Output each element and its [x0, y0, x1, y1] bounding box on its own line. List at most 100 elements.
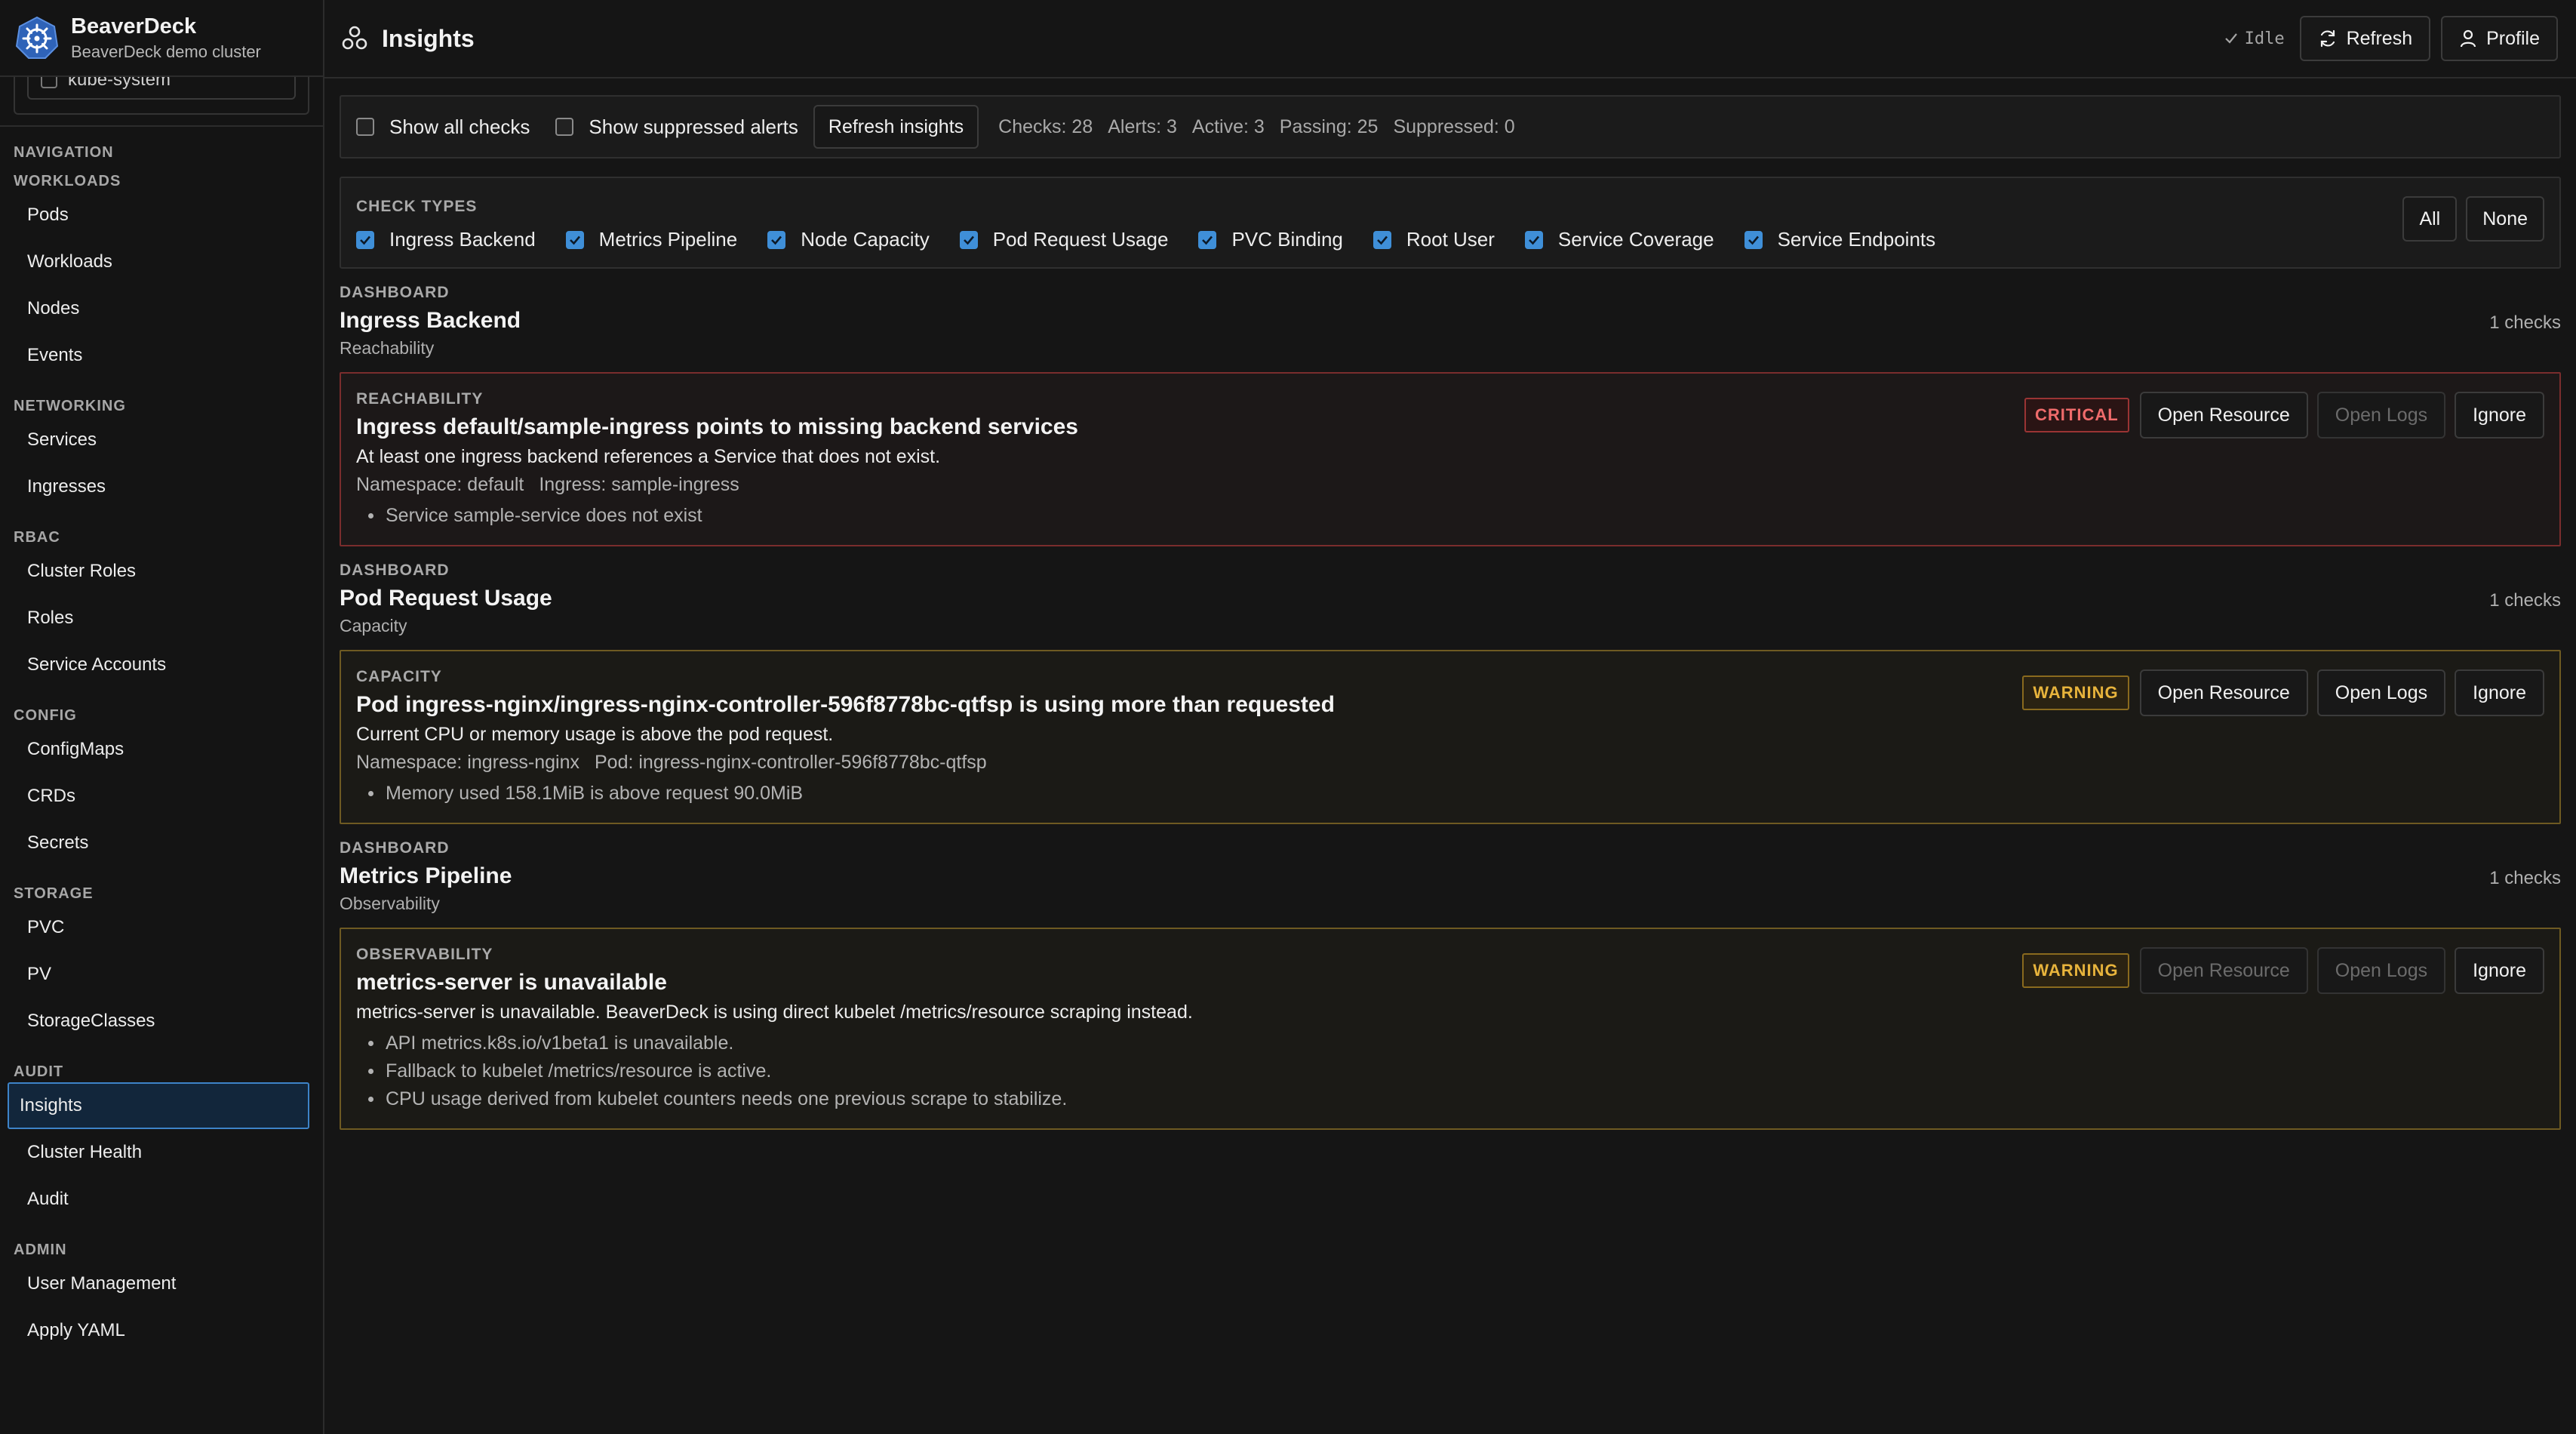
- refresh-insights-button[interactable]: Refresh insights: [813, 105, 979, 149]
- insight-group-pod-request-usage: DASHBOARD Pod Request Usage Capacity 1 c…: [340, 562, 2561, 636]
- group-subtitle: Capacity: [340, 616, 407, 635]
- checkbox-checked-icon[interactable]: [356, 230, 374, 249]
- group-check-count: 1 checks: [2489, 312, 2561, 333]
- user-icon: [2461, 29, 2476, 48]
- checkbox-checked-icon[interactable]: [1744, 230, 1763, 249]
- sidebar-item-pvc[interactable]: PVC: [8, 904, 309, 951]
- sidebar-item-pv[interactable]: PV: [8, 951, 309, 998]
- show-suppressed-label[interactable]: Show suppressed alerts: [589, 115, 798, 139]
- check-types-panel: CHECK TYPES Ingress Backend Metrics Pipe…: [340, 177, 2561, 269]
- group-subtitle: Observability: [340, 894, 440, 913]
- severity-badge: WARNING: [2022, 953, 2129, 988]
- card-description: At least one ingress backend references …: [356, 446, 941, 467]
- profile-label: Profile: [2486, 27, 2540, 49]
- select-none-types-button[interactable]: None: [2466, 196, 2544, 242]
- card-meta: Namespace: default Ingress: sample-ingre…: [356, 474, 739, 495]
- sidebar-item-cluster-roles[interactable]: Cluster Roles: [8, 548, 309, 595]
- insight-stats: Checks: 28 Alerts: 3 Active: 3 Passing: …: [998, 116, 1515, 138]
- sidebar-item-audit[interactable]: Audit: [8, 1176, 309, 1223]
- refresh-button[interactable]: Refresh: [2299, 16, 2431, 61]
- sidebar-item-storageclasses[interactable]: StorageClasses: [8, 998, 309, 1045]
- open-logs-button[interactable]: Open Logs: [2316, 392, 2446, 439]
- open-resource-button[interactable]: Open Resource: [2139, 947, 2308, 994]
- open-logs-button[interactable]: Open Logs: [2316, 947, 2446, 994]
- status-text: Idle: [2244, 29, 2285, 48]
- show-all-checks-checkbox[interactable]: [356, 118, 374, 136]
- checkbox-checked-icon[interactable]: [1524, 230, 1543, 249]
- namespace-selector[interactable]: kube-system: [14, 75, 309, 115]
- show-suppressed-checkbox[interactable]: [555, 118, 574, 136]
- sidebar-item-cluster-health[interactable]: Cluster Health: [8, 1129, 309, 1176]
- group-title: Metrics Pipeline: [340, 863, 512, 888]
- sidebar-item-workloads[interactable]: Workloads: [8, 238, 309, 285]
- namespace-checkbox[interactable]: [41, 75, 57, 88]
- stat-active: Active: 3: [1191, 115, 1265, 137]
- sidebar-item-apply-yaml[interactable]: Apply YAML: [8, 1307, 309, 1354]
- show-all-checks-label[interactable]: Show all checks: [389, 115, 530, 139]
- group-subtitle: Reachability: [340, 338, 435, 358]
- nav-heading-workloads: WORKLOADS: [14, 172, 121, 189]
- sidebar-item-ingresses[interactable]: Ingresses: [8, 463, 309, 510]
- brand-header: BeaverDeck BeaverDeck demo cluster: [0, 0, 323, 77]
- check-type-root-user[interactable]: Root User: [1373, 228, 1495, 251]
- check-types-list: Ingress Backend Metrics Pipeline Node Ca…: [356, 228, 2544, 251]
- insights-content: Show all checks Show suppressed alerts R…: [324, 78, 2576, 1130]
- sidebar-item-events[interactable]: Events: [8, 332, 309, 379]
- nav-heading-networking: NETWORKING: [14, 397, 126, 414]
- checkbox-checked-icon[interactable]: [959, 230, 978, 249]
- sidebar-item-pods[interactable]: Pods: [8, 192, 309, 238]
- helm-wheel-icon: [15, 16, 59, 59]
- sidebar-item-secrets[interactable]: Secrets: [8, 820, 309, 866]
- check-type-metrics-pipeline[interactable]: Metrics Pipeline: [565, 228, 737, 251]
- insight-group-metrics-pipeline: DASHBOARD Metrics Pipeline Observability…: [340, 839, 2561, 914]
- open-logs-button[interactable]: Open Logs: [2316, 669, 2446, 716]
- select-all-types-button[interactable]: All: [2402, 196, 2458, 242]
- open-resource-button[interactable]: Open Resource: [2139, 392, 2308, 439]
- severity-badge: CRITICAL: [2024, 398, 2129, 432]
- checkbox-checked-icon[interactable]: [565, 230, 584, 249]
- sidebar: BeaverDeck BeaverDeck demo cluster kube-…: [0, 0, 324, 1434]
- check-type-pod-request-usage[interactable]: Pod Request Usage: [959, 228, 1168, 251]
- card-details: API metrics.k8s.io/v1beta1 is unavailabl…: [356, 1029, 2544, 1113]
- group-title: Pod Request Usage: [340, 586, 552, 611]
- open-resource-button[interactable]: Open Resource: [2139, 669, 2308, 716]
- checkbox-checked-icon[interactable]: [1373, 230, 1391, 249]
- nav-heading-audit: AUDIT: [14, 1063, 64, 1080]
- list-item: API metrics.k8s.io/v1beta1 is unavailabl…: [356, 1029, 2544, 1057]
- sidebar-item-user-management[interactable]: User Management: [8, 1260, 309, 1307]
- profile-button[interactable]: Profile: [2441, 16, 2558, 61]
- nav-heading-config: CONFIG: [14, 706, 77, 724]
- sidebar-item-crds[interactable]: CRDs: [8, 773, 309, 820]
- ignore-button[interactable]: Ignore: [2455, 392, 2544, 439]
- sidebar-item-roles[interactable]: Roles: [8, 595, 309, 642]
- card-description: Current CPU or memory usage is above the…: [356, 724, 834, 745]
- group-check-count: 1 checks: [2489, 868, 2561, 888]
- filter-bar: Show all checks Show suppressed alerts R…: [340, 95, 2561, 158]
- checkbox-checked-icon[interactable]: [1198, 230, 1217, 249]
- topbar: Insights Idle Refresh Profile: [324, 0, 2576, 78]
- group-kicker: DASHBOARD: [340, 839, 450, 857]
- sidebar-item-service-accounts[interactable]: Service Accounts: [8, 642, 309, 688]
- refresh-icon: [2320, 29, 2335, 48]
- ignore-button[interactable]: Ignore: [2455, 947, 2544, 994]
- refresh-label: Refresh: [2346, 27, 2413, 49]
- check-type-ingress-backend[interactable]: Ingress Backend: [356, 228, 536, 251]
- check-type-service-endpoints[interactable]: Service Endpoints: [1744, 228, 1935, 251]
- list-item: Memory used 158.1MiB is above request 90…: [356, 780, 2544, 808]
- nav-heading-rbac: RBAC: [14, 528, 60, 546]
- checkbox-checked-icon[interactable]: [767, 230, 786, 249]
- check-type-node-capacity[interactable]: Node Capacity: [767, 228, 930, 251]
- sidebar-item-insights[interactable]: Insights: [8, 1082, 309, 1129]
- nav-heading-navigation: NAVIGATION: [14, 143, 114, 161]
- group-kicker: DASHBOARD: [340, 284, 450, 301]
- check-type-service-coverage[interactable]: Service Coverage: [1524, 228, 1714, 251]
- sidebar-item-configmaps[interactable]: ConfigMaps: [8, 726, 309, 773]
- stat-alerts: Alerts: 3: [1108, 115, 1177, 137]
- sidebar-item-services[interactable]: Services: [8, 417, 309, 463]
- card-details: Service sample-service does not exist: [356, 502, 2544, 530]
- card-description: metrics-server is unavailable. BeaverDec…: [356, 1002, 1193, 1023]
- check-type-pvc-binding[interactable]: PVC Binding: [1198, 228, 1343, 251]
- sidebar-item-nodes[interactable]: Nodes: [8, 285, 309, 332]
- ignore-button[interactable]: Ignore: [2455, 669, 2544, 716]
- group-title: Ingress Backend: [340, 308, 521, 333]
